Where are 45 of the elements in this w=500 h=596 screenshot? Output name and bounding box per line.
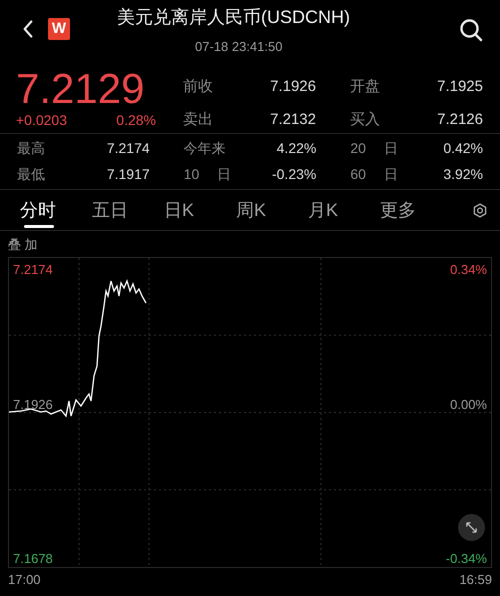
stat-label: 10 日 bbox=[184, 165, 232, 184]
stat-value: -0.23% bbox=[272, 165, 316, 184]
stat-label: 今年来 bbox=[184, 139, 226, 158]
percent-axis-label: 0.00% bbox=[450, 396, 487, 414]
field-label: 前收 bbox=[183, 77, 213, 97]
overlay-button[interactable]: 叠 加 bbox=[8, 235, 38, 255]
field-value: 7.1926 bbox=[270, 77, 316, 97]
field-label: 卖出 bbox=[183, 110, 213, 130]
field-label: 开盘 bbox=[350, 77, 380, 97]
stat-value: 7.2174 bbox=[106, 139, 150, 158]
window-title: 美元兑离岸人民币(USDCNH) bbox=[117, 6, 350, 29]
percent-axis-label: 0.34% bbox=[450, 261, 487, 279]
field-value: 7.2126 bbox=[437, 110, 483, 130]
y-axis-label: 7.1678 bbox=[13, 550, 53, 568]
stat-label: 最高 bbox=[17, 139, 45, 158]
tab[interactable]: 日K bbox=[164, 196, 236, 224]
logo: W bbox=[48, 18, 70, 40]
tab[interactable]: 五日 bbox=[92, 196, 164, 224]
stat-value: 7.1917 bbox=[106, 165, 150, 184]
expand-button[interactable] bbox=[458, 514, 485, 541]
stat-label: 20 日 bbox=[350, 139, 398, 158]
stat-label: 60 日 bbox=[350, 165, 398, 184]
percent-change: 0.28% bbox=[116, 111, 156, 130]
stat-label: 最低 bbox=[17, 165, 45, 184]
settings-icon[interactable] bbox=[472, 202, 488, 218]
expand-icon bbox=[465, 521, 478, 534]
y-axis-label: 7.1926 bbox=[13, 396, 53, 414]
y-axis-label: 7.2174 bbox=[13, 261, 53, 279]
tab[interactable]: 周K bbox=[236, 196, 308, 224]
back-icon[interactable] bbox=[22, 19, 34, 39]
percent-axis-label: -0.34% bbox=[446, 550, 487, 568]
price: 7.2129 bbox=[16, 68, 146, 110]
field-value: 7.2132 bbox=[270, 110, 316, 130]
stat-value: 3.92% bbox=[443, 165, 484, 184]
stat-value: 0.42% bbox=[443, 139, 484, 158]
field-label: 买入 bbox=[350, 110, 380, 130]
search-icon[interactable] bbox=[459, 18, 483, 42]
price-change: +0.0203 bbox=[16, 111, 67, 130]
timestamp: 07-18 23:41:50 bbox=[195, 38, 282, 56]
tab[interactable]: 更多 bbox=[380, 196, 452, 224]
x-axis-label: 16:59 bbox=[459, 571, 492, 589]
tab[interactable]: 月K bbox=[308, 196, 380, 224]
x-axis-label: 17:00 bbox=[8, 571, 41, 589]
field-value: 7.1925 bbox=[437, 77, 483, 97]
stat-value: 4.22% bbox=[276, 139, 316, 158]
